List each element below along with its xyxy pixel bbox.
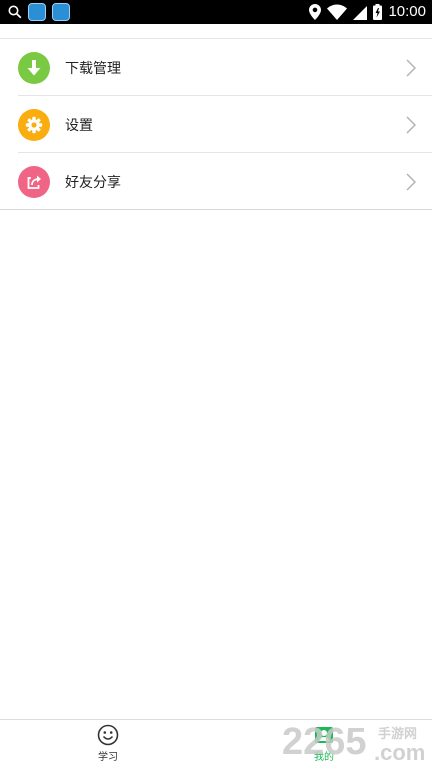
watermark-logo: 2265 手游网 .com bbox=[280, 716, 432, 766]
divider bbox=[0, 209, 432, 210]
menu-item-download-manager[interactable]: 下载管理 bbox=[0, 39, 432, 96]
tab-label: 学习 bbox=[98, 752, 118, 763]
status-right: 10:00 bbox=[309, 2, 426, 22]
menu-item-settings[interactable]: 设置 bbox=[0, 96, 432, 153]
watermark-brand: 2265 bbox=[282, 721, 367, 763]
settings-menu: 下载管理 设置 好友分享 bbox=[0, 38, 432, 210]
tab-study[interactable]: 学习 bbox=[68, 724, 148, 763]
gear-icon bbox=[18, 108, 50, 141]
chevron-right-icon bbox=[406, 115, 416, 134]
signal-icon bbox=[353, 6, 368, 20]
app-notification-icon bbox=[28, 3, 46, 21]
menu-item-share-with-friends[interactable]: 好友分享 bbox=[0, 153, 432, 210]
chevron-right-icon bbox=[406, 58, 416, 77]
watermark-dot-com: .com bbox=[374, 740, 425, 765]
status-bar: 10:00 bbox=[0, 0, 432, 24]
app-notification-icon bbox=[52, 3, 70, 21]
menu-item-label: 好友分享 bbox=[65, 174, 121, 191]
status-clock: 10:00 bbox=[388, 3, 426, 20]
battery-icon bbox=[373, 4, 383, 20]
status-left bbox=[8, 3, 70, 21]
smiley-icon bbox=[97, 724, 119, 746]
location-icon bbox=[309, 4, 322, 20]
download-icon bbox=[18, 51, 50, 84]
menu-item-label: 下载管理 bbox=[65, 60, 121, 77]
search-icon bbox=[8, 5, 22, 19]
chevron-right-icon bbox=[406, 172, 416, 191]
wifi-icon bbox=[327, 4, 348, 20]
share-icon bbox=[18, 165, 50, 198]
menu-item-label: 设置 bbox=[65, 117, 93, 134]
